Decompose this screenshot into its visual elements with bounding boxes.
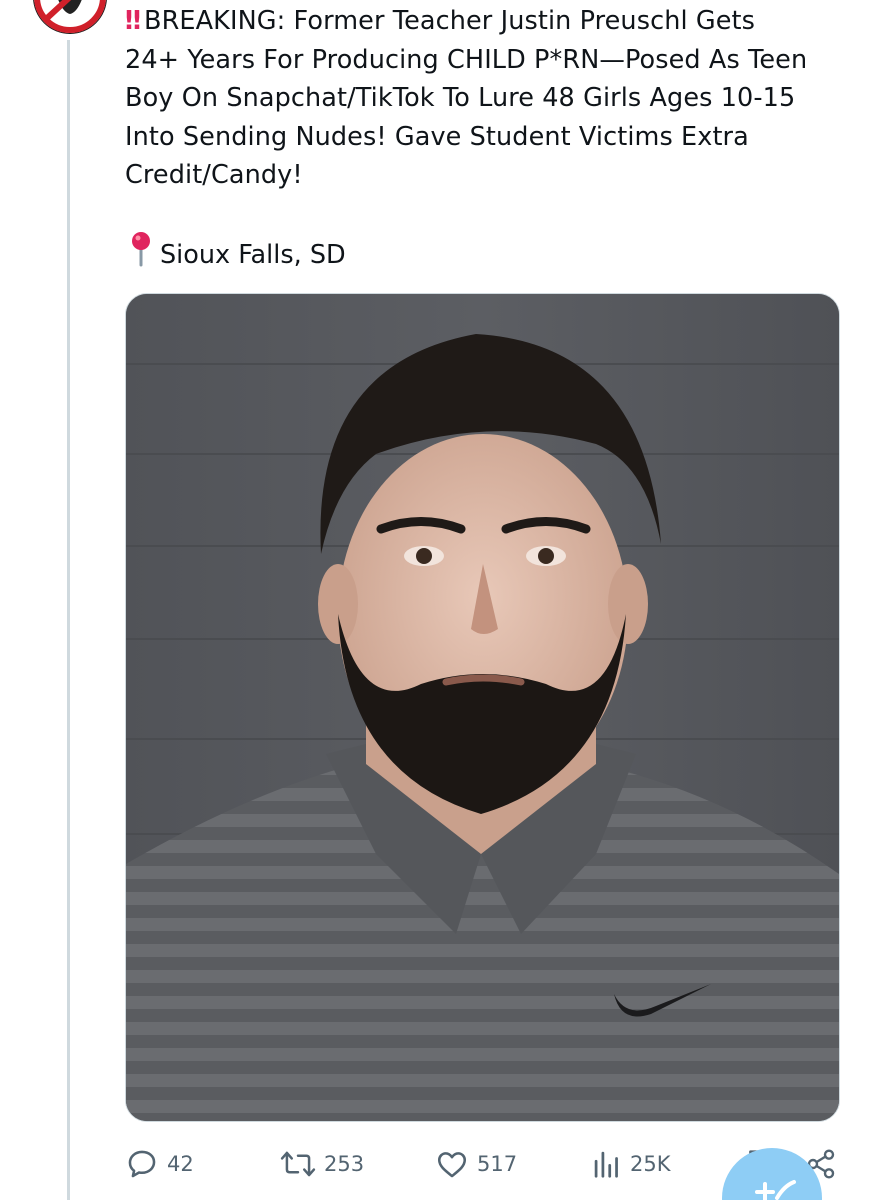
like-icon xyxy=(435,1147,469,1181)
repost-icon xyxy=(280,1147,316,1181)
thread-line xyxy=(67,40,70,1200)
like-count: 517 xyxy=(477,1152,518,1176)
double-exclamation-icon: ‼ xyxy=(125,6,141,36)
tweet-text-line-2: 24+ Years For Producing CHILD P*RN—Posed… xyxy=(125,44,808,75)
tweet-text-line: ‼ BREAKING: Former Teacher Justin Preusch… xyxy=(125,2,835,41)
user-avatar[interactable] xyxy=(33,0,107,34)
tweet-text-line-5: Credit/Candy! xyxy=(125,160,303,190)
repost-count: 253 xyxy=(324,1152,365,1176)
views-count: 25K xyxy=(630,1152,671,1176)
tweet-text-line-3: Boy On Snapchat/TikTok To Lure 48 Girls … xyxy=(125,83,796,113)
round-pushpin-icon xyxy=(130,231,152,278)
tweet-photo[interactable] xyxy=(125,293,840,1122)
tweet-text-line-4: Into Sending Nudes! Gave Student Victims… xyxy=(125,121,749,152)
tweet-text-line-1: BREAKING: Former Teacher Justin Preuschl… xyxy=(144,6,755,36)
repost-button[interactable]: 253 xyxy=(280,1140,364,1188)
reply-button[interactable]: 42 xyxy=(125,1140,194,1188)
location-line: Sioux Falls, SD xyxy=(130,231,346,278)
like-button[interactable]: 517 xyxy=(435,1140,517,1188)
reply-count: 42 xyxy=(167,1152,194,1176)
tweet-page: ‼ BREAKING: Former Teacher Justin Preusch… xyxy=(0,0,871,1200)
views-button[interactable]: 25K xyxy=(592,1140,671,1188)
views-icon xyxy=(592,1147,622,1181)
tweet-text: ‼ BREAKING: Former Teacher Justin Preusch… xyxy=(125,2,835,195)
compose-button[interactable] xyxy=(722,1148,822,1200)
reply-icon xyxy=(125,1147,159,1181)
compose-icon xyxy=(722,1180,822,1200)
location-text: Sioux Falls, SD xyxy=(160,239,346,270)
